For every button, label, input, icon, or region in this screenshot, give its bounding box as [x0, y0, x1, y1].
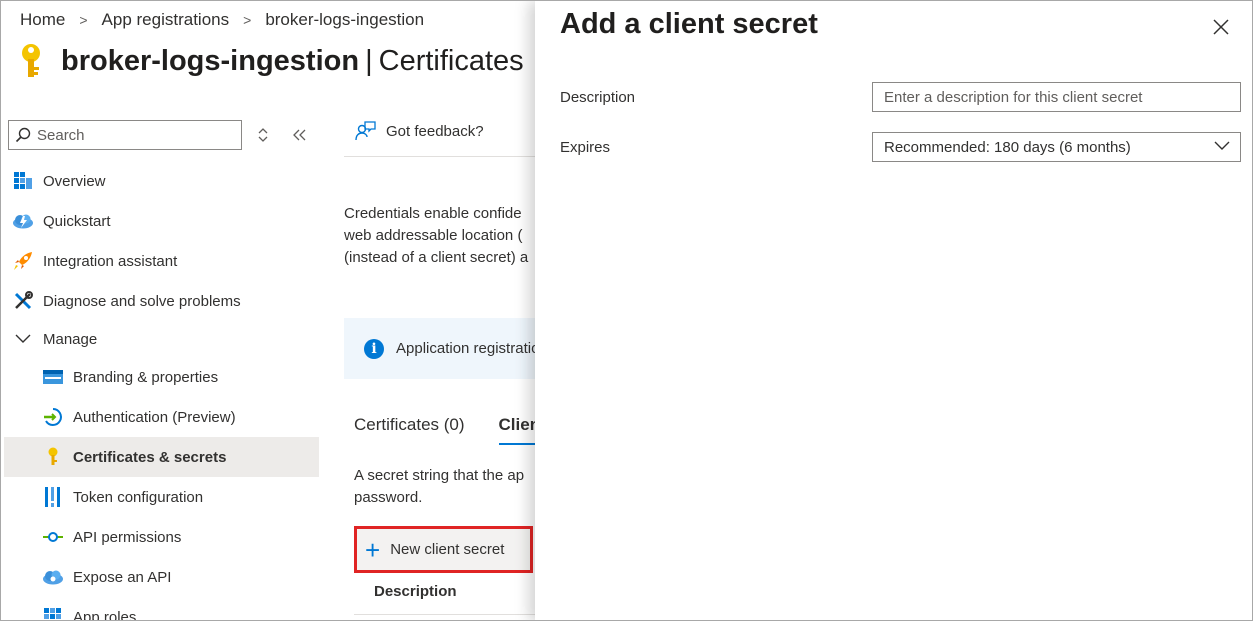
grid-icon [42, 606, 64, 620]
sidebar-item-label: Token configuration [73, 488, 204, 506]
chevron-down-icon [1214, 141, 1230, 150]
sidebar-item-label: API permissions [73, 528, 182, 546]
sidebar-item-label: Overview [43, 172, 106, 190]
new-client-secret-label: New client secret [390, 541, 505, 558]
sidebar-item-expose-api[interactable]: Expose an API [4, 557, 319, 597]
sidebar-nav: Overview Quickstart Integration assistan… [4, 161, 319, 621]
tab-certificates[interactable]: Certificates (0) [354, 415, 465, 445]
new-client-secret-button[interactable]: + New client secret [354, 526, 533, 573]
sidebar-item-overview[interactable]: Overview [4, 161, 319, 201]
table-header-description: Description [374, 583, 457, 600]
tab-client-secrets[interactable]: Clien [498, 415, 541, 445]
sidebar-group-label: Manage [43, 330, 98, 348]
sidebar-group-manage[interactable]: Manage [4, 321, 319, 357]
breadcrumb-app-registrations[interactable]: App registrations [102, 10, 230, 30]
search-icon [15, 127, 31, 143]
info-icon: i [364, 338, 384, 359]
collapse-sidebar-icon[interactable] [290, 125, 308, 145]
expires-selected-value: Recommended: 180 days (6 months) [884, 138, 1131, 156]
search-input[interactable]: Search [8, 120, 242, 150]
overview-grid-icon [12, 170, 34, 192]
sidebar-item-label: Diagnose and solve problems [43, 292, 241, 310]
key-icon [22, 44, 40, 77]
sidebar-item-diagnose[interactable]: Diagnose and solve problems [4, 281, 319, 321]
sidebar-item-certificates-secrets[interactable]: Certificates & secrets [4, 437, 319, 477]
sidebar-item-label: App roles [73, 608, 137, 621]
sort-icon[interactable] [254, 125, 272, 145]
chevron-down-icon [12, 328, 34, 350]
authentication-icon [42, 406, 64, 428]
wrench-icon [12, 290, 34, 312]
chevron-right-icon: > [79, 12, 88, 28]
plus-icon: + [365, 534, 381, 565]
sidebar-item-app-roles[interactable]: App roles [4, 597, 319, 621]
sidebar-item-label: Certificates & secrets [73, 448, 227, 466]
sidebar-item-label: Integration assistant [43, 252, 178, 270]
sidebar-item-label: Branding & properties [73, 368, 219, 386]
search-placeholder: Search [37, 126, 85, 144]
sidebar-item-integration-assistant[interactable]: Integration assistant [4, 241, 319, 281]
banner-text: Application registratio [396, 340, 540, 357]
chevron-right-icon: > [243, 12, 252, 28]
branding-icon [42, 366, 64, 388]
api-arrow-icon [42, 526, 64, 548]
sidebar-item-api-permissions[interactable]: API permissions [4, 517, 319, 557]
key-icon [42, 446, 64, 468]
sidebar-item-label: Quickstart [43, 212, 111, 230]
add-client-secret-panel: Add a client secret Description Expires … [535, 1, 1252, 620]
description-label: Description [560, 89, 636, 106]
sidebar-item-authentication[interactable]: Authentication (Preview) [4, 397, 319, 437]
feedback-button[interactable]: Got feedback? [354, 121, 484, 141]
sidebar-item-label: Expose an API [73, 568, 172, 586]
token-bars-icon [42, 486, 64, 508]
cloud-icon [42, 566, 64, 588]
expires-dropdown[interactable]: Recommended: 180 days (6 months) [872, 132, 1241, 162]
feedback-label: Got feedback? [386, 122, 484, 140]
sidebar-item-quickstart[interactable]: Quickstart [4, 201, 319, 241]
sidebar-item-token-configuration[interactable]: Token configuration [4, 477, 319, 517]
portal-window: Home > App registrations > broker-logs-i… [0, 0, 1253, 621]
close-icon[interactable] [1211, 17, 1231, 37]
cloud-bolt-icon [12, 210, 34, 232]
description-input[interactable] [872, 82, 1241, 112]
sidebar-item-branding[interactable]: Branding & properties [4, 357, 319, 397]
breadcrumb-home[interactable]: Home [20, 10, 65, 30]
sidebar-item-label: Authentication (Preview) [73, 408, 236, 426]
rocket-icon [12, 250, 34, 272]
expires-label: Expires [560, 139, 611, 156]
panel-title: Add a client secret [560, 8, 818, 40]
feedback-person-icon [355, 121, 376, 141]
app-name: broker-logs-ingestion [61, 44, 360, 77]
